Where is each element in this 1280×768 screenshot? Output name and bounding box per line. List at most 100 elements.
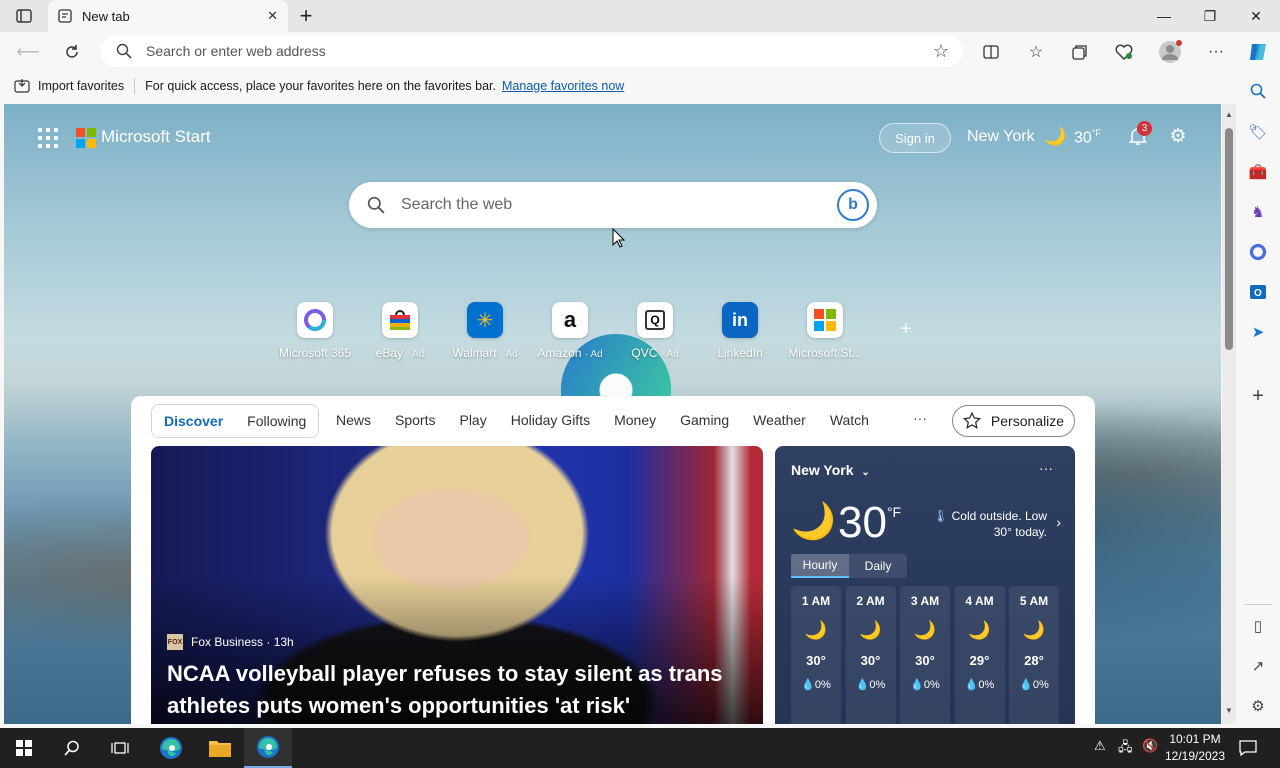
quick-link-qvc[interactable]: Q QVC · Ad: [610, 302, 700, 360]
web-search-input[interactable]: [401, 196, 821, 214]
sidebar-outlook-icon[interactable]: O: [1246, 280, 1270, 304]
windows-taskbar: ⚠ 🖧 🔇 10:01 PM 12/19/2023: [0, 728, 1280, 768]
collections-button[interactable]: [1067, 39, 1093, 65]
tab-following[interactable]: Following: [247, 413, 306, 429]
weather-note[interactable]: 🌡 Cold outside. Low 30° today.: [929, 508, 1047, 540]
weather-more-button[interactable]: ···: [1039, 460, 1053, 476]
refresh-button[interactable]: [59, 39, 85, 65]
browser-essentials-button[interactable]: [1111, 39, 1137, 65]
sidebar-open-external-icon[interactable]: ↗: [1246, 654, 1270, 678]
category-money[interactable]: Money: [614, 412, 656, 428]
category-sports[interactable]: Sports: [395, 412, 435, 428]
tab-actions-icon: [16, 9, 32, 23]
close-window-button[interactable]: ✕: [1233, 0, 1279, 32]
page-settings-gear-icon[interactable]: ⚙: [1166, 124, 1190, 148]
more-categories-button[interactable]: ···: [913, 410, 927, 426]
new-tab-button[interactable]: +: [294, 3, 318, 28]
sidebar-tools-icon[interactable]: 🧰: [1246, 160, 1270, 184]
category-watch[interactable]: Watch: [830, 412, 869, 428]
sidebar-settings-gear-icon[interactable]: ⚙: [1246, 694, 1270, 718]
web-search-box[interactable]: b: [349, 182, 877, 228]
task-view-icon[interactable]: [96, 728, 144, 768]
quick-link-ebay[interactable]: eBay · Ad: [355, 302, 445, 360]
quick-link-amazon[interactable]: a Amazon · Ad: [525, 302, 615, 360]
tray-network-icon[interactable]: 🖧: [1118, 738, 1133, 760]
favorites-bar-message: For quick access, place your favorites h…: [145, 79, 497, 93]
category-weather[interactable]: Weather: [753, 412, 806, 428]
settings-more-button[interactable]: ···: [1203, 39, 1229, 65]
sidebar-add-button[interactable]: +: [1246, 384, 1270, 408]
quick-link-linkedin[interactable]: in LinkedIn: [695, 302, 785, 360]
tab-new-tab[interactable]: New tab ✕: [48, 0, 288, 32]
scroll-up-arrow-icon[interactable]: ▲: [1225, 110, 1233, 119]
weather-city-selector[interactable]: New York ⌄: [791, 462, 870, 478]
linkedin-logo-icon: in: [732, 309, 748, 330]
manage-favorites-link[interactable]: Manage favorites now: [502, 79, 624, 93]
bing-chat-icon[interactable]: b: [837, 189, 869, 221]
header-weather-temp[interactable]: 30°F: [1074, 128, 1101, 147]
hour-forecast-item[interactable]: 2 AM 🌙 30° 💧0%: [845, 586, 896, 724]
split-screen-button[interactable]: [978, 39, 1004, 65]
sidebar-microsoft-365-icon[interactable]: [1246, 240, 1270, 264]
app-launcher-icon[interactable]: [38, 128, 58, 148]
taskbar-search-icon[interactable]: [48, 728, 96, 768]
qvc-logo-icon: Q: [645, 310, 665, 330]
hero-headline[interactable]: NCAA volleyball player refuses to stay s…: [167, 658, 757, 722]
category-play[interactable]: Play: [459, 412, 486, 428]
sidebar-hide-icon[interactable]: ▯: [1246, 614, 1270, 638]
tab-hourly[interactable]: Hourly: [791, 554, 849, 578]
page-scrollbar[interactable]: ▲ ▼: [1222, 104, 1236, 724]
start-button[interactable]: [0, 728, 48, 768]
address-input[interactable]: [146, 43, 906, 59]
refresh-icon: [66, 45, 78, 58]
taskbar-edge-icon[interactable]: [147, 728, 195, 768]
notification-center-icon[interactable]: [1224, 728, 1272, 768]
hour-forecast-item[interactable]: 1 AM 🌙 30° 💧0%: [791, 586, 841, 724]
sign-in-button[interactable]: Sign in: [879, 123, 951, 153]
tab-discover[interactable]: Discover: [164, 413, 223, 429]
category-news[interactable]: News: [336, 412, 371, 428]
hour-forecast-item[interactable]: 5 AM 🌙 28° 💧0%: [1009, 586, 1059, 724]
tab-daily[interactable]: Daily: [849, 554, 907, 578]
taskbar-file-explorer-icon[interactable]: [196, 728, 244, 768]
close-tab-icon[interactable]: ✕: [267, 8, 278, 24]
news-feed: Discover Following News Sports Play Holi…: [131, 396, 1095, 724]
back-button[interactable]: ⟵: [15, 39, 41, 65]
add-quick-link-button[interactable]: +: [900, 318, 912, 341]
sidebar-drop-icon[interactable]: ➤: [1246, 320, 1270, 344]
minimize-button[interactable]: —: [1141, 0, 1187, 32]
favorites-button[interactable]: ☆: [1023, 39, 1049, 65]
chevron-right-icon[interactable]: ›: [1056, 514, 1061, 530]
tray-volume-icon[interactable]: 🔇: [1142, 738, 1158, 754]
brand-title[interactable]: Microsoft Start: [101, 127, 211, 147]
tab-actions-button[interactable]: [10, 6, 38, 26]
copilot-button[interactable]: [1245, 39, 1271, 65]
new-tab-page-icon: [58, 9, 72, 23]
sidebar-search-icon[interactable]: [1246, 79, 1270, 103]
personalize-button[interactable]: Personalize: [952, 405, 1075, 437]
header-weather-city[interactable]: New York: [967, 128, 1035, 146]
moon-icon: 🌙: [968, 620, 991, 640]
sidebar-shopping-icon[interactable]: 🏷: [1246, 120, 1270, 144]
category-gaming[interactable]: Gaming: [680, 412, 729, 428]
quick-link-walmart[interactable]: ✳ Walmart · Ad: [440, 302, 530, 360]
taskbar-clock[interactable]: 10:01 PM 12/19/2023: [1163, 731, 1227, 765]
tray-security-icon[interactable]: ⚠: [1094, 738, 1106, 754]
scroll-down-arrow-icon[interactable]: ▼: [1225, 706, 1233, 715]
address-bar[interactable]: ☆: [100, 35, 963, 67]
import-favorites-button[interactable]: Import favorites: [38, 79, 124, 93]
hero-news-card[interactable]: FOX Fox Business · 13h NCAA volleyball p…: [151, 446, 763, 724]
quick-link-microsoft-store[interactable]: Microsoft St...: [780, 302, 870, 360]
quick-link-microsoft-365[interactable]: Microsoft 365: [270, 302, 360, 360]
profile-button[interactable]: [1157, 39, 1183, 65]
hour-forecast-item[interactable]: 3 AM 🌙 30° 💧0%: [900, 586, 950, 724]
category-holiday-gifts[interactable]: Holiday Gifts: [511, 412, 590, 428]
favorite-star-icon[interactable]: ☆: [933, 41, 949, 62]
restore-button[interactable]: ❐: [1187, 0, 1233, 32]
taskbar-edge-active-icon[interactable]: [244, 728, 292, 768]
sidebar-games-icon[interactable]: ♞: [1246, 200, 1270, 224]
hour-forecast-item[interactable]: 4 AM 🌙 29° 💧0%: [954, 586, 1005, 724]
scrollbar-thumb[interactable]: [1225, 128, 1233, 350]
weather-card[interactable]: New York ⌄ ··· 🌙 30°F 🌡 Cold outside. Lo…: [775, 446, 1075, 724]
fox-business-logo-icon: FOX: [167, 634, 183, 650]
